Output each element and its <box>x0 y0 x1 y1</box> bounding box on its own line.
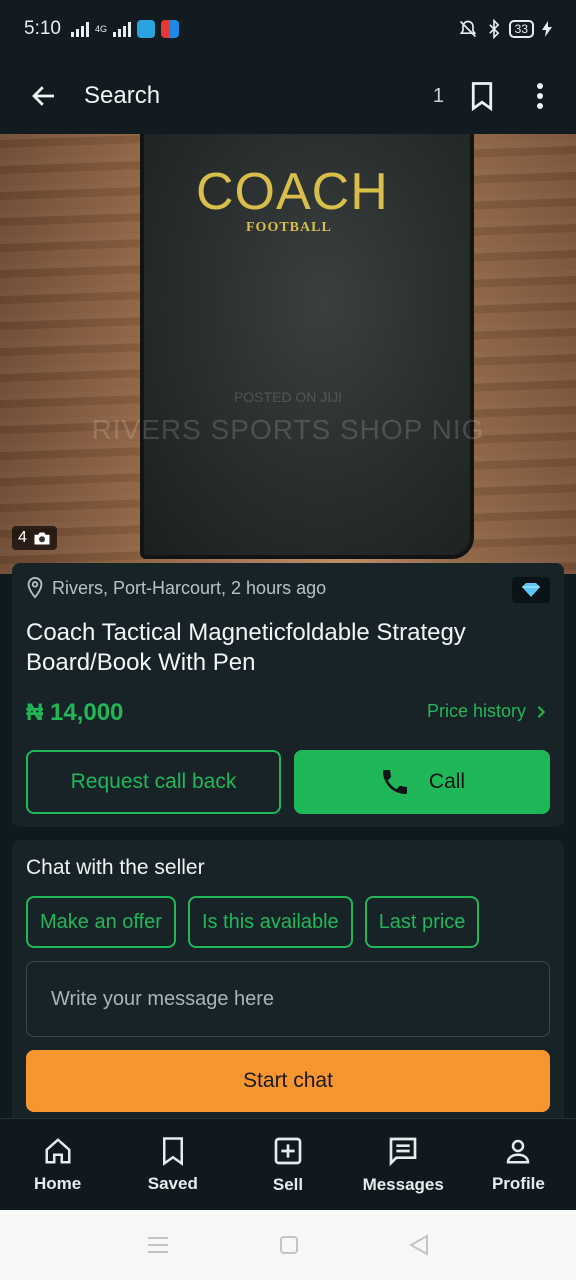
nav-profile[interactable]: Profile <box>461 1119 576 1210</box>
call-label: Call <box>428 770 466 793</box>
nav-sell-label: Sell <box>272 1174 304 1194</box>
status-left-icons: 4G <box>70 20 179 38</box>
app-bar: Search 1 <box>0 58 576 134</box>
location-row: Rivers, Port-Harcourt, 2 hours ago <box>26 577 326 599</box>
charging-icon <box>542 21 552 37</box>
nav-saved[interactable]: Saved <box>115 1119 230 1210</box>
home-square-icon[interactable] <box>279 1235 299 1255</box>
quick-reply-chips: Make an offer Is this available Last pri… <box>26 896 480 948</box>
menu-icon[interactable] <box>147 1236 169 1254</box>
bookmark-icon <box>471 82 493 111</box>
bookmark-icon <box>162 1136 183 1166</box>
coach-book-cover: COACH FOOTBALL <box>140 134 474 559</box>
signal-icon <box>70 21 89 37</box>
bookmark-button[interactable] <box>462 76 502 116</box>
chevron-right-icon <box>537 705 546 718</box>
listing-title: Coach Tactical Magneticfoldable Strategy… <box>26 619 466 676</box>
page-title: Search <box>84 82 161 109</box>
battery-indicator: 33 <box>508 20 534 38</box>
message-icon <box>389 1137 417 1166</box>
message-input[interactable] <box>26 961 550 1037</box>
premium-badge <box>512 577 550 603</box>
status-right-icons: 33 <box>457 19 552 39</box>
cover-title: COACH <box>196 163 389 221</box>
chip-make-offer[interactable]: Make an offer <box>26 896 176 948</box>
chat-card: Chat with the seller Make an offer Is th… <box>12 840 564 1130</box>
network-type-label: 4G <box>94 24 107 34</box>
bottom-navigation: Home Saved Sell Messages Profile <box>0 1118 576 1210</box>
diamond-icon <box>522 583 540 597</box>
nav-messages-label: Messages <box>362 1174 444 1194</box>
signal-2-icon <box>113 21 131 37</box>
nav-sell[interactable]: Sell <box>230 1119 345 1210</box>
location-pin-icon <box>27 577 43 599</box>
system-navigation-bar <box>0 1210 576 1280</box>
chip-last-price[interactable]: Last price <box>364 896 480 948</box>
request-call-back-button[interactable]: Request call back <box>26 750 281 814</box>
add-box-icon <box>274 1137 302 1164</box>
home-icon <box>45 1137 71 1163</box>
more-options-button[interactable] <box>520 76 560 116</box>
start-chat-label: Start chat <box>243 1069 333 1092</box>
more-vert-icon <box>537 83 543 109</box>
price-history-link[interactable]: Price history <box>427 701 546 722</box>
price-history-label: Price history <box>426 701 526 721</box>
camera-icon <box>34 532 50 544</box>
photo-count-badge[interactable]: 4 <box>12 526 57 550</box>
chip-is-available[interactable]: Is this available <box>187 896 353 948</box>
start-chat-button[interactable]: Start chat <box>26 1050 550 1112</box>
location-text: Rivers, Port-Harcourt, 2 hours ago <box>52 577 327 598</box>
mute-icon <box>459 20 476 38</box>
cover-subtitle: FOOTBALL <box>246 220 332 235</box>
chat-title: Chat with the seller <box>26 856 205 879</box>
photo-count-text: 4 <box>18 529 27 546</box>
status-time: 5:10 <box>24 18 61 39</box>
product-image[interactable]: COACH FOOTBALL POSTED ON JIJI RIVERS SPO… <box>0 134 576 574</box>
nav-home[interactable]: Home <box>0 1119 115 1210</box>
listing-price: ₦ 14,000 <box>26 699 124 726</box>
nav-saved-label: Saved <box>147 1173 198 1193</box>
nav-home-label: Home <box>33 1173 82 1193</box>
person-icon <box>507 1139 530 1163</box>
watermark: RIVERS SPORTS SHOP NIG <box>91 414 485 445</box>
app-notification-icon <box>161 20 179 38</box>
nav-messages[interactable]: Messages <box>346 1119 461 1210</box>
back-triangle-icon[interactable] <box>409 1234 429 1256</box>
telegram-icon <box>137 20 155 38</box>
request-call-back-label: Request call back <box>70 770 237 793</box>
nav-profile-label: Profile <box>491 1173 545 1193</box>
listing-card: Rivers, Port-Harcourt, 2 hours ago Coach… <box>12 563 564 827</box>
status-bar: 5:10 4G 33 <box>0 0 576 58</box>
arrow-left-icon <box>32 86 54 106</box>
bluetooth-icon <box>488 19 499 39</box>
saved-count: 1 <box>432 84 444 107</box>
back-button[interactable] <box>16 68 72 124</box>
watermark-small: POSTED ON JIJI <box>233 389 343 405</box>
phone-icon <box>382 770 407 794</box>
call-button[interactable]: Call <box>294 750 550 814</box>
